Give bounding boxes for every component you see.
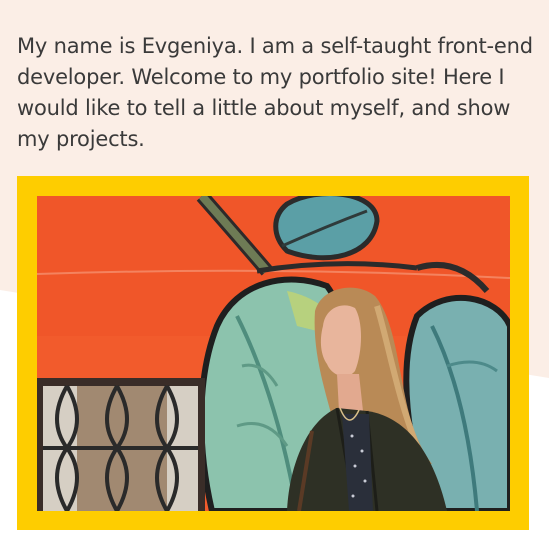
portfolio-about-section: My name is Evgeniya. I am a self-taught … [0, 0, 549, 551]
intro-text: My name is Evgeniya. I am a self-taught … [17, 34, 533, 151]
photo-frame [17, 176, 529, 530]
portrait-photo-icon [37, 196, 510, 511]
portrait-photo [37, 196, 510, 511]
